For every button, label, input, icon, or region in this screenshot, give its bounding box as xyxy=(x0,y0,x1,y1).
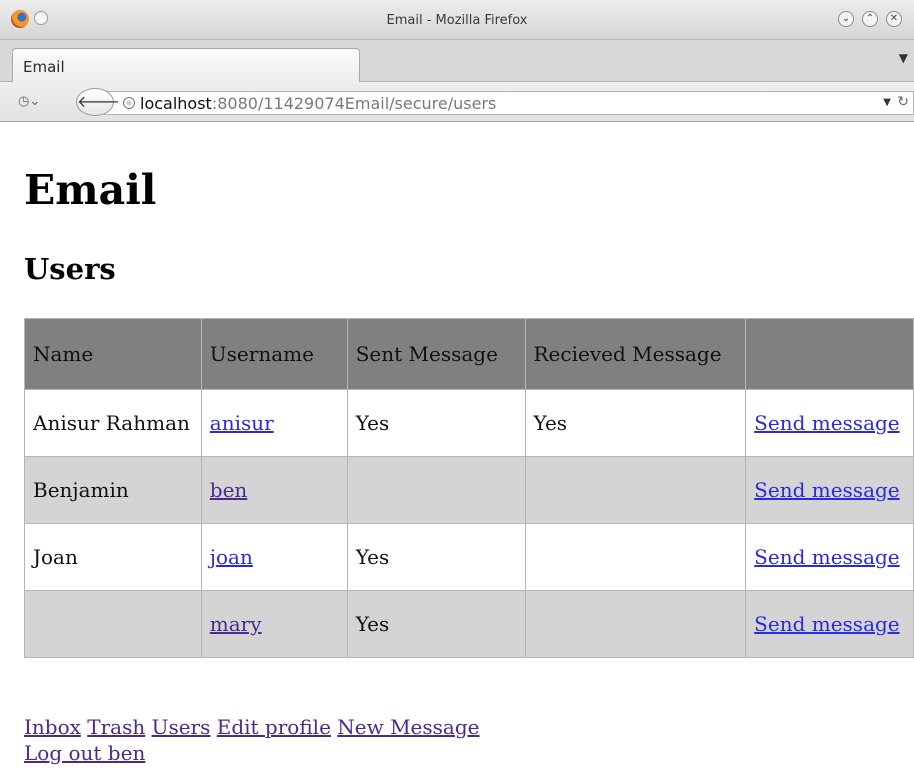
send-message-link[interactable]: Send message xyxy=(754,545,899,569)
cell-name: Anisur Rahman xyxy=(24,389,202,457)
send-message-link[interactable]: Send message xyxy=(754,478,899,502)
url-text[interactable]: localhost:8080/11429074Email/secure/user… xyxy=(140,94,496,113)
cell-received xyxy=(524,456,747,524)
nav-link-users[interactable]: Users xyxy=(152,715,211,739)
column-header-username: Username xyxy=(200,318,348,390)
minimize-icon[interactable]: ⌄ xyxy=(838,11,854,27)
tab-email[interactable]: Email xyxy=(12,48,360,82)
cell-username: mary xyxy=(200,590,348,658)
cell-sent xyxy=(346,456,526,524)
logout-link[interactable]: Log out ben xyxy=(24,741,145,765)
history-icon[interactable]: ◷⌄ xyxy=(18,91,46,113)
url-bar[interactable]: localhost:8080/11429074Email/secure/user… xyxy=(104,91,914,115)
cell-received xyxy=(524,523,747,591)
cell-received xyxy=(524,590,747,658)
username-link[interactable]: joan xyxy=(210,545,253,569)
cell-received: Yes xyxy=(524,389,747,457)
users-table: Name Username Sent Message Recieved Mess… xyxy=(24,318,914,658)
site-identity-icon[interactable] xyxy=(123,97,135,109)
cell-action: Send message xyxy=(745,389,914,457)
nav-link-new-message[interactable]: New Message xyxy=(337,715,479,739)
footer-nav: Inbox Trash Users Edit profile New Messa… xyxy=(24,714,479,766)
column-header-action xyxy=(745,318,914,390)
page-title: Email xyxy=(24,166,157,214)
username-link[interactable]: anisur xyxy=(210,411,274,435)
tab-strip: Email ▼ xyxy=(0,40,914,82)
column-header-received: Recieved Message xyxy=(524,318,747,390)
url-dropdown-icon[interactable]: ▼ xyxy=(883,97,891,108)
cell-sent: Yes xyxy=(346,389,526,457)
arrow-left-icon: 🡐 xyxy=(77,92,120,111)
table-row: Benjamin ben Send message xyxy=(24,456,914,524)
nav-link-edit-profile[interactable]: Edit profile xyxy=(217,715,331,739)
cell-name xyxy=(24,590,202,658)
url-host: localhost xyxy=(140,94,212,113)
column-header-sent: Sent Message xyxy=(346,318,526,390)
cell-name: Benjamin xyxy=(24,456,202,524)
cell-username: anisur xyxy=(200,389,348,457)
maximize-icon[interactable]: ⌃ xyxy=(862,11,878,27)
table-row: Joan joan Yes Send message xyxy=(24,523,914,591)
tab-label: Email xyxy=(23,58,65,76)
url-path: :8080/11429074Email/secure/users xyxy=(211,94,497,113)
window-title: Email - Mozilla Firefox xyxy=(386,13,528,28)
nav-link-inbox[interactable]: Inbox xyxy=(24,715,81,739)
close-icon[interactable]: ✕ xyxy=(886,11,902,27)
cell-name: Joan xyxy=(24,523,202,591)
cell-action: Send message xyxy=(745,590,914,658)
tab-list-dropdown-icon[interactable]: ▼ xyxy=(899,51,908,65)
nav-link-trash[interactable]: Trash xyxy=(87,715,145,739)
cell-sent: Yes xyxy=(346,523,526,591)
table-row: mary Yes Send message xyxy=(24,590,914,658)
column-header-name: Name xyxy=(24,318,202,390)
cell-action: Send message xyxy=(745,523,914,591)
cell-username: ben xyxy=(200,456,348,524)
table-row: Anisur Rahman anisur Yes Yes Send messag… xyxy=(24,389,914,457)
send-message-link[interactable]: Send message xyxy=(754,612,899,636)
reload-icon[interactable]: ↻ xyxy=(897,94,909,110)
table-header-row: Name Username Sent Message Recieved Mess… xyxy=(24,318,914,390)
send-message-link[interactable]: Send message xyxy=(754,411,899,435)
cell-username: joan xyxy=(200,523,348,591)
back-button[interactable]: 🡐 xyxy=(76,88,120,116)
cell-sent: Yes xyxy=(346,590,526,658)
section-title: Users xyxy=(24,252,116,286)
navigation-toolbar: ◷⌄ localhost:8080/11429074Email/secure/u… xyxy=(0,82,914,122)
username-link[interactable]: ben xyxy=(210,478,248,502)
username-link[interactable]: mary xyxy=(210,612,262,636)
window-titlebar: Email - Mozilla Firefox ⌄ ⌃ ✕ xyxy=(0,0,914,40)
cell-action: Send message xyxy=(745,456,914,524)
